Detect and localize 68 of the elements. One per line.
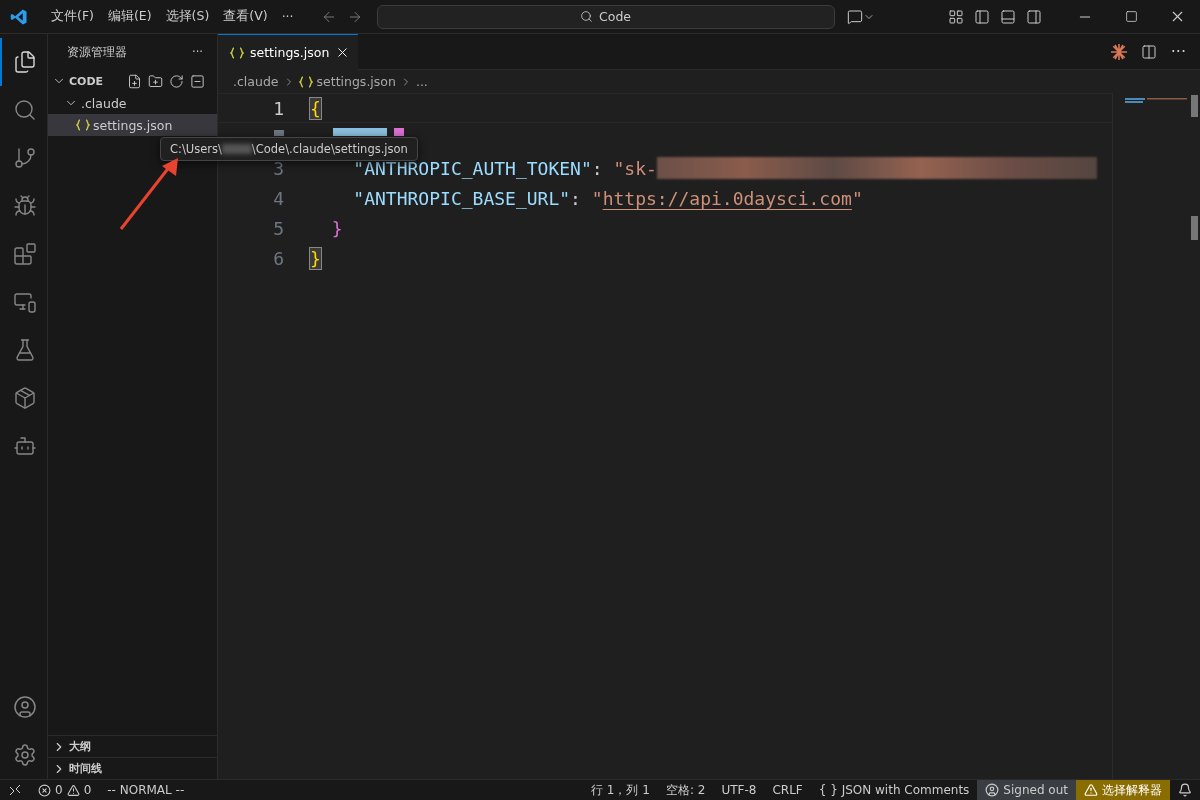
code-token: "ANTHROPIC_BASE_URL" bbox=[352, 187, 571, 209]
vim-mode: -- NORMAL -- bbox=[106, 782, 186, 799]
more-actions-button[interactable]: ··· bbox=[1170, 42, 1186, 61]
code-token: " bbox=[591, 187, 603, 209]
breadcrumb-item[interactable]: ... bbox=[415, 74, 428, 89]
code-token: : bbox=[570, 187, 582, 209]
language-mode[interactable]: { } JSON with Comments bbox=[810, 780, 978, 800]
collapse-icon[interactable] bbox=[190, 73, 205, 89]
app-logo-icon bbox=[10, 7, 28, 26]
warning-icon bbox=[1084, 783, 1098, 797]
scrollbar-thumb[interactable] bbox=[1191, 216, 1198, 240]
code-token: { bbox=[310, 97, 321, 119]
menu-item[interactable]: ··· bbox=[274, 9, 301, 24]
tooltip-text: \Code\.claude\settings.json bbox=[251, 142, 408, 156]
refresh-icon[interactable] bbox=[169, 73, 184, 89]
menu-item[interactable]: 选择(S) bbox=[158, 8, 217, 25]
line-ending[interactable]: CRLF bbox=[764, 780, 811, 800]
code-token: : bbox=[591, 157, 604, 179]
sparkle-icon[interactable] bbox=[1110, 43, 1127, 60]
secondary-sidebar-icon[interactable] bbox=[1026, 8, 1042, 25]
account-icon[interactable] bbox=[12, 695, 37, 719]
line-number: 6 bbox=[272, 247, 284, 269]
folder-title[interactable]: CODE bbox=[69, 74, 104, 88]
cursor-position[interactable]: 行 1，列 1 bbox=[583, 780, 658, 800]
code-token: " bbox=[851, 187, 863, 209]
indentation[interactable]: 空格: 2 bbox=[657, 780, 714, 800]
braces-icon bbox=[230, 46, 244, 59]
breadcrumb-item[interactable]: .claude bbox=[233, 74, 279, 89]
more-actions-button[interactable]: ··· bbox=[192, 45, 203, 59]
editor-tab[interactable]: settings.json bbox=[218, 34, 359, 70]
account-status[interactable]: Signed out bbox=[977, 780, 1076, 800]
chat-icon[interactable] bbox=[846, 8, 863, 25]
braces-icon bbox=[298, 75, 313, 88]
interpreter-warning[interactable]: 选择解释器 bbox=[1076, 780, 1170, 800]
code-token: } bbox=[330, 217, 343, 239]
menu-item[interactable]: 文件(F) bbox=[44, 8, 101, 25]
line-number: 5 bbox=[272, 217, 284, 239]
menu-item[interactable]: 查看(V) bbox=[216, 8, 275, 25]
search-icon[interactable] bbox=[580, 10, 594, 23]
line-number: 1 bbox=[272, 97, 284, 119]
split-editor-icon[interactable] bbox=[1140, 43, 1157, 60]
command-center-field[interactable]: Code bbox=[376, 4, 835, 29]
menu-item[interactable]: 编辑(E) bbox=[100, 8, 159, 25]
settings-icon[interactable] bbox=[12, 743, 37, 767]
file-tree-item[interactable]: .claude bbox=[48, 92, 217, 114]
code-token: "ANTHROPIC_AUTH_TOKEN" bbox=[352, 157, 592, 179]
redaction-mark bbox=[221, 144, 252, 154]
panel-toggle-icon[interactable] bbox=[1000, 8, 1016, 25]
file-tree-item[interactable]: settings.json bbox=[48, 114, 217, 136]
problems-indicator[interactable]: 0 0 bbox=[30, 780, 100, 800]
account-icon bbox=[985, 783, 1000, 797]
new-folder-icon[interactable] bbox=[148, 73, 163, 89]
sidebar-title: 资源管理器 bbox=[67, 44, 127, 60]
line-number: 3 bbox=[272, 157, 284, 179]
sidebar-toggle-icon[interactable] bbox=[974, 8, 990, 25]
panel-header[interactable]: 大纲 bbox=[48, 735, 217, 757]
maximize-icon[interactable] bbox=[1124, 10, 1138, 23]
layout-icon[interactable] bbox=[948, 8, 964, 25]
encoding[interactable]: UTF-8 bbox=[713, 780, 765, 800]
new-file-icon[interactable] bbox=[127, 73, 142, 89]
breadcrumb-item[interactable]: settings.json bbox=[316, 74, 396, 89]
url-link[interactable]: https://api.0daysci.com bbox=[602, 187, 852, 209]
scrollbar-thumb[interactable] bbox=[1191, 95, 1198, 117]
code-token: "sk- bbox=[613, 157, 657, 179]
line-number: 4 bbox=[272, 187, 284, 209]
tooltip-text: C:\Users\ bbox=[170, 142, 222, 156]
braces-icon bbox=[76, 119, 90, 131]
code-token: } bbox=[310, 247, 321, 269]
